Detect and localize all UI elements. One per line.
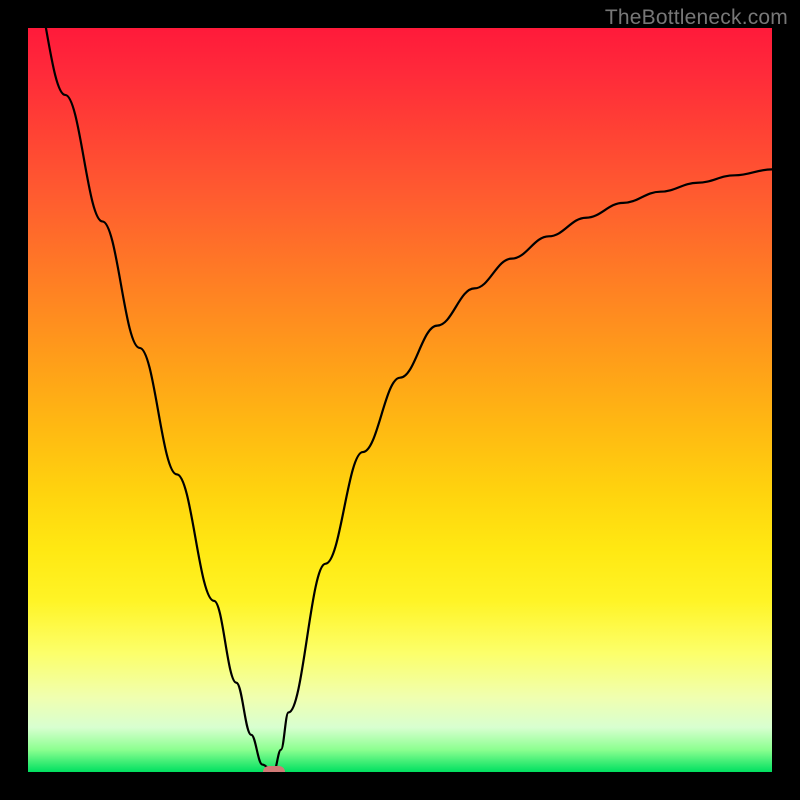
bottleneck-curve [28,28,772,772]
chart-frame: TheBottleneck.com [0,0,800,800]
plot-area [28,28,772,772]
optimal-marker [263,766,285,772]
curve-layer [28,28,772,772]
watermark-text: TheBottleneck.com [605,6,788,30]
